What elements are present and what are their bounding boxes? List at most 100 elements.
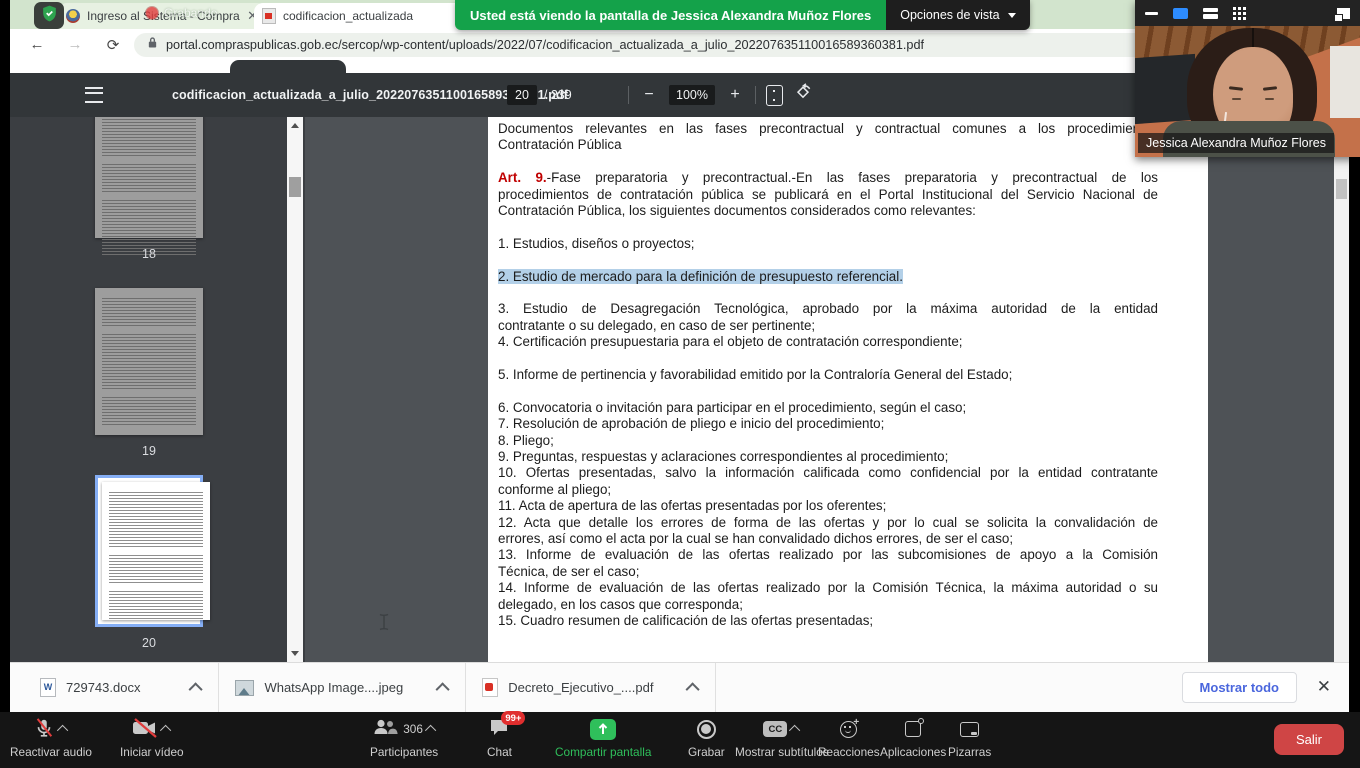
captions-button[interactable]: CC Mostrar subtítulos — [735, 717, 829, 759]
chat-label: Chat — [487, 745, 512, 759]
fit-page-icon[interactable] — [766, 85, 783, 106]
participants-count: 306 — [403, 722, 423, 736]
shield-check-icon — [40, 4, 59, 28]
meeting-toolbar: Reactivar audio Iniciar vídeo 306 Partic… — [0, 712, 1360, 768]
divider — [628, 86, 629, 104]
document-line: Técnica, de ser el caso; — [498, 564, 1158, 580]
show-all-downloads-button[interactable]: Mostrar todo — [1182, 672, 1297, 703]
record-label: Grabar — [688, 745, 725, 759]
start-video-button[interactable]: Iniciar vídeo — [120, 717, 184, 759]
chevron-up-icon[interactable] — [789, 725, 800, 736]
zoom-meeting-screen: Ingreso al Sistema - Compras Púb ✕ codif… — [0, 0, 1360, 768]
share-screen-button[interactable]: Compartir pantalla — [555, 717, 651, 759]
document-line: errores, así como el acta por la cual se… — [498, 531, 1158, 547]
record-button[interactable]: Grabar — [688, 717, 725, 759]
popout-icon[interactable] — [1337, 8, 1350, 19]
rotate-icon[interactable] — [793, 83, 813, 108]
scroll-down-icon[interactable] — [291, 651, 299, 656]
thumbnail-label: 19 — [95, 444, 203, 458]
chat-button[interactable]: 99+ Chat — [487, 717, 512, 759]
zoom-out-icon[interactable]: − — [639, 86, 659, 104]
speaker-view-icon[interactable] — [1173, 8, 1188, 19]
share-banner: Usted está viendo la pantalla de Jessica… — [455, 0, 1030, 30]
document-line: Art. 9.-Fase preparatoria y precontractu… — [498, 170, 1158, 186]
zoom-level[interactable]: 100% — [669, 85, 715, 105]
recording-indicator: Grabando — [146, 6, 217, 20]
whiteboard-icon — [960, 722, 979, 737]
scrollbar-thumb[interactable] — [1336, 179, 1347, 199]
security-shield-button[interactable] — [34, 2, 64, 29]
apps-button[interactable]: Aplicaciones — [880, 717, 946, 759]
thumbnail-page-19[interactable]: 19 — [95, 288, 203, 458]
download-item-docx[interactable]: 729743.docx — [24, 663, 218, 712]
word-file-icon — [40, 678, 56, 697]
document-line: Contratación Pública — [498, 137, 1158, 153]
page-number-input[interactable]: 20 — [507, 85, 537, 105]
minimize-icon[interactable] — [1145, 12, 1158, 15]
download-name: WhatsApp Image....jpeg — [264, 680, 403, 695]
forward-icon[interactable]: → — [64, 36, 86, 53]
page-total: / 239 — [544, 88, 572, 102]
zoom-in-icon[interactable]: + — [725, 86, 745, 104]
close-icon[interactable]: ✕ — [1317, 677, 1331, 697]
camera-muted-icon — [132, 717, 158, 742]
gallery-view-icon[interactable] — [1203, 8, 1218, 19]
chevron-up-icon[interactable] — [189, 682, 203, 696]
webcam-panel: Jessica Alexandra Muñoz Flores — [1135, 0, 1360, 157]
document-line: 10. Ofertas presentadas, salvo la inform… — [498, 465, 1158, 481]
scrollbar-thumb[interactable] — [289, 177, 301, 197]
document-line: 15. Cuadro resumen de calificación de la… — [498, 613, 1158, 629]
scroll-up-icon[interactable] — [291, 123, 299, 128]
leave-button[interactable]: Salir — [1274, 724, 1344, 755]
chevron-up-icon[interactable] — [57, 725, 68, 736]
apps-label: Aplicaciones — [880, 745, 946, 759]
view-options-label: Opciones de vista — [900, 8, 999, 22]
chevron-down-icon — [1008, 13, 1016, 18]
document-line: 13. Informe de evaluación de las ofertas… — [498, 547, 1158, 563]
video-window — [1330, 46, 1360, 118]
chevron-up-icon[interactable] — [425, 725, 436, 736]
chevron-up-icon[interactable] — [436, 682, 450, 696]
sidebar-scrollbar[interactable] — [287, 117, 303, 662]
view-options-button[interactable]: Opciones de vista — [886, 0, 1029, 30]
reactions-button[interactable]: + Reacciones — [818, 717, 880, 759]
captions-icon: CC — [763, 721, 787, 737]
document-line: procedimientos de contratación pública s… — [498, 187, 1158, 203]
download-item-image[interactable]: WhatsApp Image....jpeg — [219, 663, 465, 712]
document-line: contratante o su delegado, en caso de se… — [498, 318, 1158, 334]
recording-label: Grabando — [164, 6, 217, 20]
reload-icon[interactable]: ⟳ — [102, 36, 124, 54]
url-text: portal.compraspublicas.gob.ec/sercop/wp-… — [166, 38, 924, 52]
divider — [755, 86, 756, 104]
thumbnail-page-20[interactable]: 20 — [95, 475, 203, 650]
unmute-button[interactable]: Reactivar audio — [10, 717, 92, 759]
pdf-favicon-icon — [262, 8, 276, 24]
document-line: 11. Acta de apertura de las ofertas pres… — [498, 498, 1158, 514]
ibeam-cursor-icon — [378, 613, 390, 636]
pdf-page: Documentos relevantes en las fases preco… — [488, 117, 1208, 662]
document-line: delegado, en los casos que corresponda; — [498, 597, 1158, 613]
document-line: Contratación Pública, los siguientes doc… — [498, 203, 1158, 219]
browser-tab-pdf[interactable]: codificacion_actualizada — [254, 3, 482, 29]
image-file-icon — [235, 680, 254, 696]
document-line: 4. Certificación presupuestaria para el … — [498, 334, 1158, 350]
lock-icon — [147, 36, 158, 54]
document-text: Documentos relevantes en las fases preco… — [498, 121, 1158, 630]
thumbnail-page-18[interactable]: 18 — [95, 117, 203, 261]
apps-icon — [905, 721, 921, 737]
address-bar[interactable]: portal.compraspublicas.gob.ec/sercop/wp-… — [134, 33, 1165, 57]
start-video-label: Iniciar vídeo — [120, 745, 184, 759]
chevron-up-icon[interactable] — [160, 725, 171, 736]
download-item-pdf[interactable]: Decreto_Ejecutivo_....pdf — [466, 663, 715, 712]
grid-view-icon[interactable] — [1233, 7, 1246, 20]
back-icon[interactable]: ← — [26, 36, 48, 53]
reactions-label: Reacciones — [818, 745, 880, 759]
document-scrollbar[interactable] — [1334, 117, 1349, 662]
menu-icon[interactable] — [85, 87, 103, 103]
share-screen-label: Compartir pantalla — [555, 745, 651, 759]
thumbnail-sidebar: 18 19 20 — [10, 117, 305, 662]
participants-button[interactable]: 306 Participantes — [370, 717, 438, 759]
whiteboards-button[interactable]: Pizarras — [948, 717, 991, 759]
document-line: 8. Pliego; — [498, 433, 1158, 449]
chevron-up-icon[interactable] — [686, 682, 700, 696]
